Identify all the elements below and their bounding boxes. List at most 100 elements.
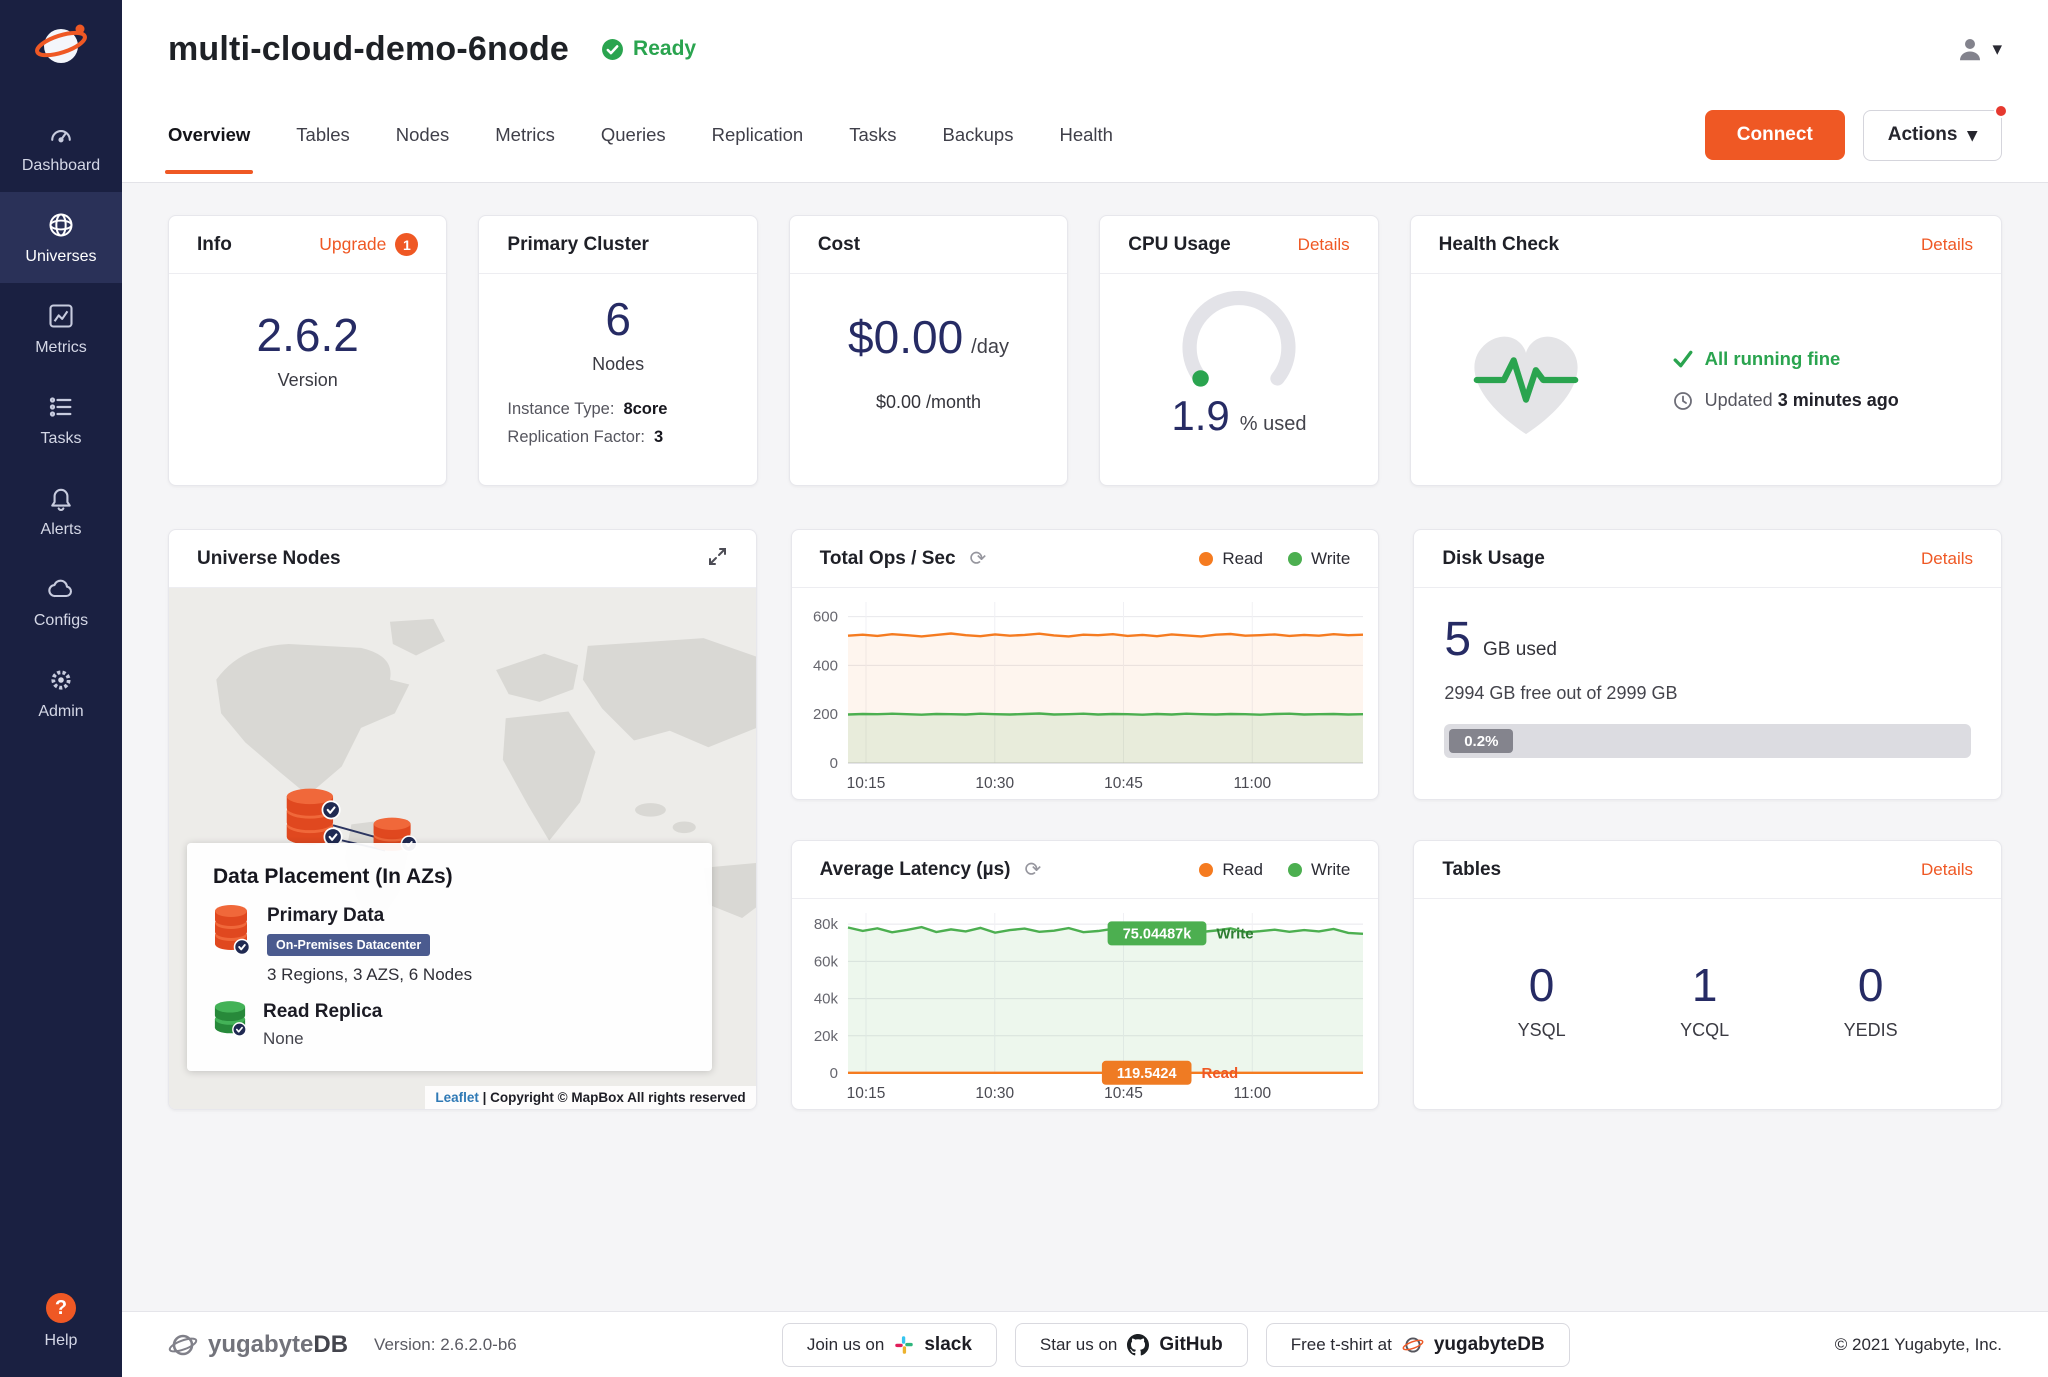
sidebar: Dashboard Universes Metrics Tasks [0, 0, 122, 1377]
tabs-row: Overview Tables Nodes Metrics Queries Re… [168, 88, 2002, 182]
cpu-usage-card: CPU Usage Details 1.9 % used [1099, 215, 1378, 486]
refresh-icon[interactable]: ⟳ [1024, 857, 1041, 882]
chart-legend: Read Write [1199, 860, 1350, 880]
avg-latency-card: Average Latency (µs) ⟳ Read Write 020k40… [791, 840, 1380, 1110]
check-circle-icon [601, 38, 624, 61]
ycql-stat: 1 YCQL [1680, 958, 1729, 1041]
tab-metrics[interactable]: Metrics [495, 88, 555, 182]
connect-button[interactable]: Connect [1705, 110, 1845, 160]
slack-icon [894, 1335, 914, 1355]
disk-percent-chip: 0.2% [1449, 729, 1513, 753]
actions-button[interactable]: Actions ▾ [1863, 110, 2002, 161]
tables-details-link[interactable]: Details [1921, 860, 1973, 880]
disk-usage-bar: 0.2% [1444, 724, 1971, 758]
github-button[interactable]: Star us on GitHub [1015, 1323, 1248, 1367]
tab-bar: Overview Tables Nodes Metrics Queries Re… [168, 88, 1113, 182]
slack-button[interactable]: Join us on slack [782, 1323, 997, 1367]
summary-row: Info Upgrade 1 2.6.2 Version Primary Clu… [168, 215, 2002, 486]
user-menu[interactable]: ▾ [1955, 34, 2002, 64]
svg-text:10:15: 10:15 [846, 1085, 885, 1102]
sidebar-item-label: Metrics [35, 339, 87, 357]
status-text: Ready [633, 37, 696, 61]
upgrade-count-badge: 1 [395, 233, 418, 256]
sidebar-item-tasks[interactable]: Tasks [0, 374, 122, 465]
sidebar-item-configs[interactable]: Configs [0, 556, 122, 647]
tables-card: Tables Details 0 YSQL 1 YCQL [1413, 840, 2002, 1110]
help-icon: ? [46, 1293, 76, 1323]
svg-text:80k: 80k [813, 916, 838, 933]
yugabyte-logo-icon[interactable] [32, 16, 90, 79]
footer-logo-text: yugabyte [208, 1331, 313, 1358]
sidebar-item-help[interactable]: ? Help [0, 1274, 122, 1367]
cpu-details-link[interactable]: Details [1298, 235, 1350, 255]
tab-tasks[interactable]: Tasks [849, 88, 896, 182]
total-ops-chart: 020040060010:1510:3010:4511:00 [792, 588, 1379, 799]
universes-icon [47, 211, 75, 239]
write-legend-dot [1288, 552, 1302, 566]
primary-data-desc: 3 Regions, 3 AZS, 6 Nodes [267, 965, 472, 985]
sidebar-item-label: Dashboard [22, 157, 100, 175]
main-column: multi-cloud-demo-6node Ready ▾ Overview … [122, 0, 2048, 1377]
health-check-card: Health Check Details All running fine [1410, 215, 2002, 486]
tab-health[interactable]: Health [1059, 88, 1112, 182]
svg-text:10:30: 10:30 [975, 775, 1014, 792]
detail-row: Universe Nodes [168, 529, 2002, 1110]
chevron-down-icon: ▾ [1992, 38, 2002, 61]
cost-per-month: $0.00 /month [876, 392, 981, 413]
world-map[interactable]: Data Placement (In AZs) Primary Data [169, 588, 756, 1109]
sidebar-item-admin[interactable]: Admin [0, 647, 122, 738]
upgrade-link[interactable]: Upgrade 1 [319, 233, 418, 256]
cpu-gauge [1173, 284, 1305, 396]
write-legend-dot [1288, 863, 1302, 877]
sidebar-item-dashboard[interactable]: Dashboard [0, 101, 122, 192]
tasks-icon [47, 393, 75, 421]
svg-text:10:45: 10:45 [1104, 775, 1143, 792]
card-title: Average Latency (µs) [820, 859, 1011, 881]
health-status-text: All running fine [1705, 348, 1841, 370]
cost-per-day: $0.00 [848, 310, 963, 364]
tab-backups[interactable]: Backups [942, 88, 1013, 182]
refresh-icon[interactable]: ⟳ [970, 546, 987, 571]
health-details-link[interactable]: Details [1921, 235, 1973, 255]
ysql-count: 0 [1529, 958, 1555, 1012]
actions-label: Actions [1888, 124, 1958, 146]
expand-map-button[interactable] [707, 546, 728, 572]
sidebar-item-alerts[interactable]: Alerts [0, 465, 122, 556]
read-replica-label: Read Replica [263, 1001, 382, 1023]
svg-text:200: 200 [813, 706, 838, 723]
svg-text:75.04487k: 75.04487k [1122, 926, 1191, 942]
read-legend-dot [1199, 863, 1213, 877]
yedis-count: 0 [1858, 958, 1884, 1012]
data-placement-title: Data Placement (In AZs) [213, 865, 686, 889]
expand-icon [707, 546, 728, 567]
slack-label: slack [924, 1334, 972, 1356]
nodes-label: Nodes [592, 354, 644, 375]
charts-column: Total Ops / Sec ⟳ Read Write 02004006001… [791, 529, 1380, 1110]
toolbar-buttons: Connect Actions ▾ [1705, 110, 2002, 161]
sidebar-item-universes[interactable]: Universes [0, 192, 122, 283]
svg-text:0: 0 [829, 1065, 837, 1082]
tab-overview[interactable]: Overview [168, 88, 250, 182]
tab-tables[interactable]: Tables [296, 88, 349, 182]
instance-type-label: Instance Type: [507, 400, 614, 418]
avg-latency-chart: 020k40k60k80k10:1510:3010:4511:0075.0448… [792, 899, 1379, 1109]
ysql-label: YSQL [1518, 1020, 1566, 1041]
tab-nodes[interactable]: Nodes [396, 88, 449, 182]
read-replica-value: None [263, 1029, 382, 1049]
footer-buttons: Join us on slack Star us on GitHub [782, 1323, 1570, 1367]
tab-replication[interactable]: Replication [712, 88, 804, 182]
replication-factor-label: Replication Factor: [507, 428, 645, 446]
clock-icon [1673, 391, 1693, 411]
svg-text:Read: Read [1201, 1065, 1238, 1082]
app-root: Dashboard Universes Metrics Tasks [0, 0, 2048, 1377]
leaflet-link[interactable]: Leaflet [435, 1090, 479, 1105]
top-bar: multi-cloud-demo-6node Ready ▾ Overview … [122, 0, 2048, 183]
tab-queries[interactable]: Queries [601, 88, 666, 182]
chevron-down-icon: ▾ [1967, 124, 1977, 147]
tshirt-button[interactable]: Free t-shirt at yugabyteDB [1266, 1323, 1570, 1367]
sidebar-item-metrics[interactable]: Metrics [0, 283, 122, 374]
footer-logo-text-db: DB [313, 1331, 348, 1358]
svg-text:10:30: 10:30 [975, 1085, 1014, 1102]
disk-details-link[interactable]: Details [1921, 549, 1973, 569]
card-title: Primary Cluster [507, 234, 649, 256]
